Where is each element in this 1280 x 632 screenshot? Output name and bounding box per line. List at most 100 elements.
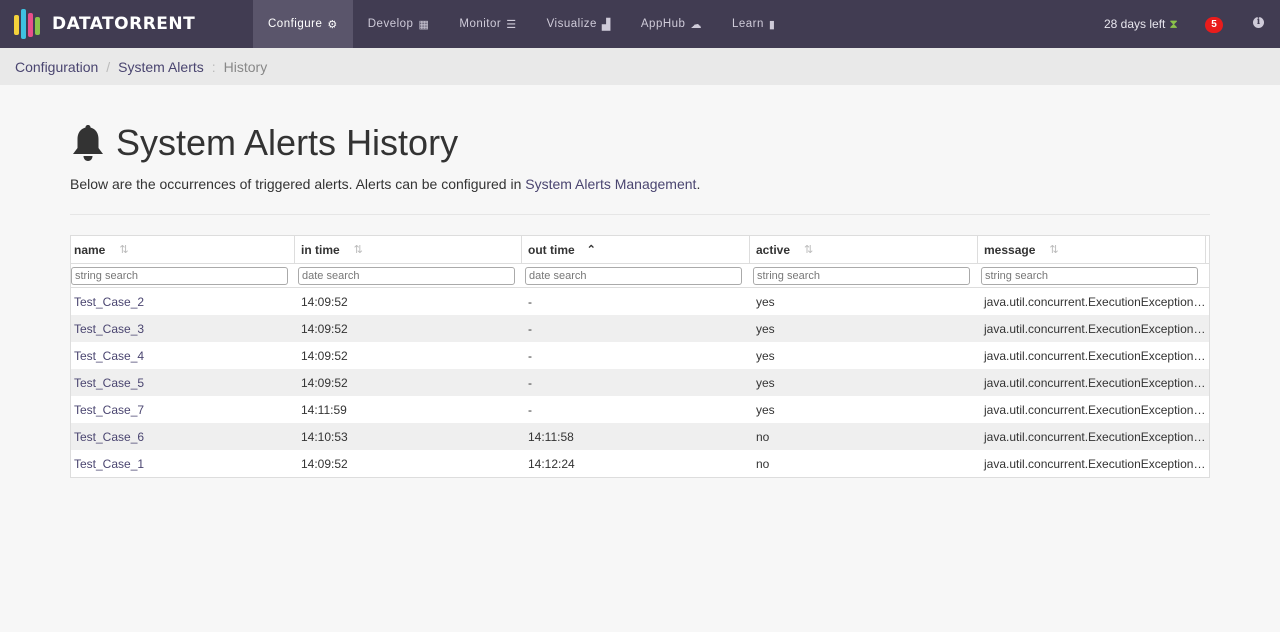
message-cell: java.util.concurrent.ExecutionException… xyxy=(984,348,1206,363)
gear-icon: ⚙ xyxy=(327,18,338,31)
out-time-filter-input[interactable] xyxy=(525,266,742,285)
out-time-cell: - xyxy=(528,375,532,390)
nav-apphub[interactable]: AppHub ☁ xyxy=(626,0,717,48)
page-title: System Alerts History xyxy=(116,122,459,163)
info-icon[interactable]: i xyxy=(1253,17,1264,28)
description-text: Below are the occurrences of triggered a… xyxy=(70,176,526,192)
message-cell: java.util.concurrent.ExecutionException… xyxy=(984,429,1206,444)
cloud-icon: ☁ xyxy=(690,18,702,31)
column-header-label: in time xyxy=(301,242,340,257)
table-row: Test_Case_7 14:11:59 - yes java.util.con… xyxy=(71,396,1209,423)
table-row: Test_Case_1 14:09:52 14:12:24 no java.ut… xyxy=(71,450,1209,477)
table-header-row: name ⇅ in time ⇅ out time ⌃ active ⇅ message… xyxy=(71,235,1209,264)
active-filter-input[interactable] xyxy=(753,266,970,285)
in-time-filter-input[interactable] xyxy=(298,266,515,285)
filter-cell xyxy=(981,266,1206,285)
alert-name-link[interactable]: Test_Case_2 xyxy=(71,295,295,309)
message-cell: java.util.concurrent.ExecutionException… xyxy=(984,402,1206,417)
sort-icon: ⇅ xyxy=(804,244,814,256)
datatorrent-logo-icon xyxy=(14,9,44,39)
in-time-cell: 14:09:52 xyxy=(301,294,348,309)
filter-cell xyxy=(753,266,978,285)
column-header-label: active xyxy=(756,242,791,257)
main-nav: Configure ⚙ Develop ▦ Monitor ☰ Visualiz… xyxy=(253,0,790,48)
hourglass-icon: ⧗ xyxy=(1169,17,1178,31)
alert-name-link[interactable]: Test_Case_1 xyxy=(71,457,295,471)
trial-status[interactable]: 28 days left ⧗ xyxy=(1104,17,1178,32)
table-row: Test_Case_2 14:09:52 - yes java.util.con… xyxy=(71,288,1209,315)
grid-icon: ▦ xyxy=(418,18,430,31)
notifications-badge[interactable]: 5 xyxy=(1205,17,1223,33)
message-cell: java.util.concurrent.ExecutionException… xyxy=(984,294,1206,309)
breadcrumb-configuration[interactable]: Configuration xyxy=(15,59,98,75)
nav-monitor-label: Monitor xyxy=(459,18,502,30)
column-header-label: out time xyxy=(528,242,575,257)
alert-name-link[interactable]: Test_Case_7 xyxy=(71,403,295,417)
in-time-cell: 14:09:52 xyxy=(301,348,348,363)
breadcrumb-separator: : xyxy=(211,58,216,75)
active-cell: yes xyxy=(756,348,775,363)
bar-chart-icon: ▟ xyxy=(601,18,611,31)
book-icon: ▮ xyxy=(768,18,776,31)
description-suffix: . xyxy=(696,176,701,192)
nav-develop[interactable]: Develop ▦ xyxy=(353,0,445,48)
filter-row xyxy=(71,264,1209,288)
nav-monitor[interactable]: Monitor ☰ xyxy=(444,0,531,48)
nav-develop-label: Develop xyxy=(367,18,414,30)
active-cell: yes xyxy=(756,321,775,336)
sort-icon: ⇅ xyxy=(353,244,363,256)
table-row: Test_Case_6 14:10:53 14:11:58 no java.ut… xyxy=(71,423,1209,450)
alert-name-link[interactable]: Test_Case_3 xyxy=(71,322,295,336)
system-alerts-management-link[interactable]: System Alerts Management xyxy=(525,176,696,192)
nav-learn-label: Learn xyxy=(731,18,764,30)
alert-name-link[interactable]: Test_Case_6 xyxy=(71,430,295,444)
page-header: System Alerts History xyxy=(70,122,458,164)
divider xyxy=(70,214,1210,215)
in-time-cell: 14:11:59 xyxy=(301,402,347,417)
active-cell: no xyxy=(756,429,770,444)
message-cell: java.util.concurrent.ExecutionException… xyxy=(984,375,1206,390)
column-header-out-time[interactable]: out time ⌃ xyxy=(525,235,750,264)
nav-configure-label: Configure xyxy=(268,18,323,30)
message-cell: java.util.concurrent.ExecutionException… xyxy=(984,456,1206,471)
active-cell: yes xyxy=(756,402,775,417)
table-body: Test_Case_2 14:09:52 - yes java.util.con… xyxy=(71,288,1209,477)
in-time-cell: 14:09:52 xyxy=(301,321,348,336)
table-row: Test_Case_3 14:09:52 - yes java.util.con… xyxy=(71,315,1209,342)
message-cell: java.util.concurrent.ExecutionException… xyxy=(984,321,1206,336)
table-row: Test_Case_4 14:09:52 - yes java.util.con… xyxy=(71,342,1209,369)
nav-configure[interactable]: Configure ⚙ xyxy=(253,0,353,48)
in-time-cell: 14:10:53 xyxy=(301,429,348,444)
alert-name-link[interactable]: Test_Case_4 xyxy=(71,349,295,363)
filter-cell xyxy=(298,266,522,285)
brand-name: DATATORRENT xyxy=(52,14,196,34)
top-navbar: DATATORRENT Configure ⚙ Develop ▦ Monito… xyxy=(0,0,1280,48)
filter-cell xyxy=(525,266,750,285)
breadcrumb-history: History xyxy=(223,58,268,75)
active-cell: yes xyxy=(756,294,775,309)
nav-visualize-label: Visualize xyxy=(546,18,597,30)
out-time-cell: - xyxy=(528,402,532,417)
message-filter-input[interactable] xyxy=(981,266,1198,285)
out-time-cell: 14:11:58 xyxy=(528,429,574,444)
out-time-cell: - xyxy=(528,321,532,336)
brand[interactable]: DATATORRENT xyxy=(14,9,195,39)
column-header-active[interactable]: active ⇅ xyxy=(753,235,978,264)
sort-icon: ⇅ xyxy=(1049,244,1059,256)
breadcrumb-system-alerts[interactable]: System Alerts xyxy=(118,59,204,75)
page-description: Below are the occurrences of triggered a… xyxy=(70,176,700,192)
alert-name-link[interactable]: Test_Case_5 xyxy=(71,376,295,390)
column-header-message[interactable]: message ⇅ xyxy=(981,235,1206,264)
out-time-cell: - xyxy=(528,294,532,309)
name-filter-input[interactable] xyxy=(71,266,288,285)
nav-visualize[interactable]: Visualize ▟ xyxy=(532,0,626,48)
in-time-cell: 14:09:52 xyxy=(301,456,348,471)
column-header-in-time[interactable]: in time ⇅ xyxy=(298,235,522,264)
trial-days-left: 28 days left xyxy=(1104,17,1166,31)
server-icon: ☰ xyxy=(506,18,517,31)
nav-learn[interactable]: Learn ▮ xyxy=(717,0,790,48)
column-header-label: name xyxy=(74,242,106,257)
column-header-name[interactable]: name ⇅ xyxy=(71,235,295,264)
in-time-cell: 14:09:52 xyxy=(301,375,348,390)
out-time-cell: - xyxy=(528,348,532,363)
